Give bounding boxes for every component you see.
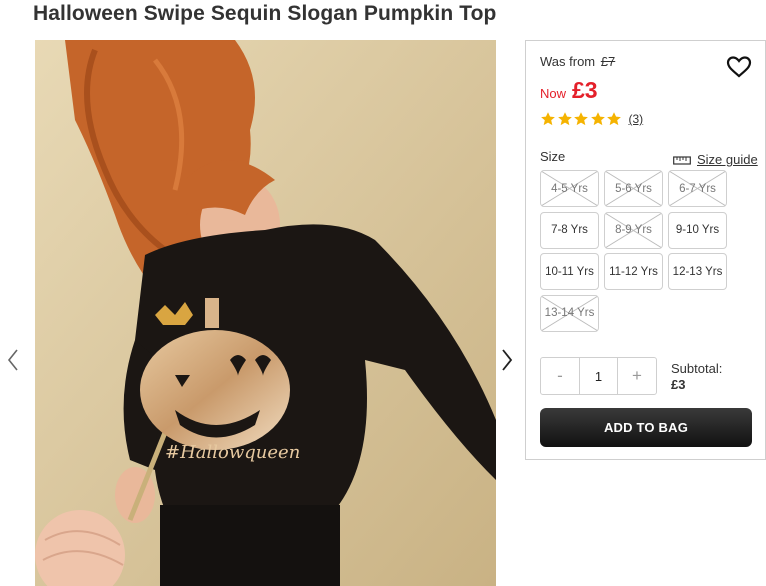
now-price-value: £3 <box>572 77 598 103</box>
size-option[interactable]: 11-12 Yrs <box>604 253 663 290</box>
subtotal-value: £3 <box>671 377 686 392</box>
add-to-bag-button[interactable]: ADD TO BAG <box>540 408 752 447</box>
purchase-panel: Was from £7 Now £3 (3) Size Size guide 4… <box>525 40 766 460</box>
size-option-label: 12-13 Yrs <box>672 265 723 278</box>
product-image: #Hallowqueen <box>35 40 496 586</box>
star-rating: (3) <box>540 111 643 127</box>
quantity-stepper: - 1 + <box>540 357 657 395</box>
size-option[interactable]: 9-10 Yrs <box>668 211 727 249</box>
size-option-label: 6-7 Yrs <box>679 182 716 195</box>
star-icon <box>541 112 555 126</box>
size-option-label: 5-6 Yrs <box>615 182 652 195</box>
heart-icon <box>726 56 752 78</box>
was-price: Was from £7 <box>540 54 615 69</box>
now-price: Now £3 <box>540 77 598 104</box>
quantity-decrease-button[interactable]: - <box>541 358 579 394</box>
size-option[interactable]: 4-5 Yrs <box>540 170 599 207</box>
star-icon <box>557 112 572 126</box>
size-option[interactable]: 5-6 Yrs <box>604 170 663 207</box>
chevron-left-icon <box>7 349 18 371</box>
wishlist-button[interactable] <box>726 55 752 79</box>
size-option-label: 10-11 Yrs <box>545 265 594 278</box>
size-guide-label: Size guide <box>697 152 758 167</box>
size-option-label: 11-12 Yrs <box>609 265 658 278</box>
star-icon <box>574 112 588 126</box>
ruler-icon <box>673 155 691 165</box>
size-option-label: 7-8 Yrs <box>551 224 588 236</box>
shirt-slogan: #Hallowqueen <box>165 442 300 463</box>
size-option-label: 8-9 Yrs <box>615 224 652 236</box>
size-guide-link[interactable]: Size guide <box>673 152 758 167</box>
prev-image-button[interactable] <box>4 346 22 374</box>
size-option[interactable]: 10-11 Yrs <box>540 253 599 290</box>
size-option[interactable]: 13-14 Yrs <box>540 294 599 332</box>
size-label: Size <box>540 149 566 164</box>
next-image-button[interactable] <box>498 346 516 374</box>
was-price-value: £7 <box>600 54 616 69</box>
star-icon <box>607 112 621 126</box>
size-option[interactable]: 8-9 Yrs <box>604 211 663 249</box>
size-option[interactable]: 12-13 Yrs <box>668 253 727 290</box>
review-count-link[interactable]: (3) <box>629 112 644 126</box>
was-label: Was from <box>540 54 596 69</box>
size-option[interactable]: 6-7 Yrs <box>668 170 727 207</box>
star-icon <box>590 112 605 126</box>
chevron-right-icon <box>502 349 513 371</box>
size-option-label: 13-14 Yrs <box>544 307 595 319</box>
quantity-increase-button[interactable]: + <box>618 358 656 394</box>
size-option-label: 9-10 Yrs <box>675 224 720 236</box>
product-title: Halloween Swipe Sequin Slogan Pumpkin To… <box>33 2 497 25</box>
now-label: Now <box>540 86 567 101</box>
size-option[interactable]: 7-8 Yrs <box>540 211 599 249</box>
subtotal-label: Subtotal: <box>671 361 723 376</box>
quantity-input[interactable]: 1 <box>579 358 618 394</box>
subtotal: Subtotal: £3 <box>671 361 722 393</box>
size-option-label: 4-5 Yrs <box>551 182 588 195</box>
